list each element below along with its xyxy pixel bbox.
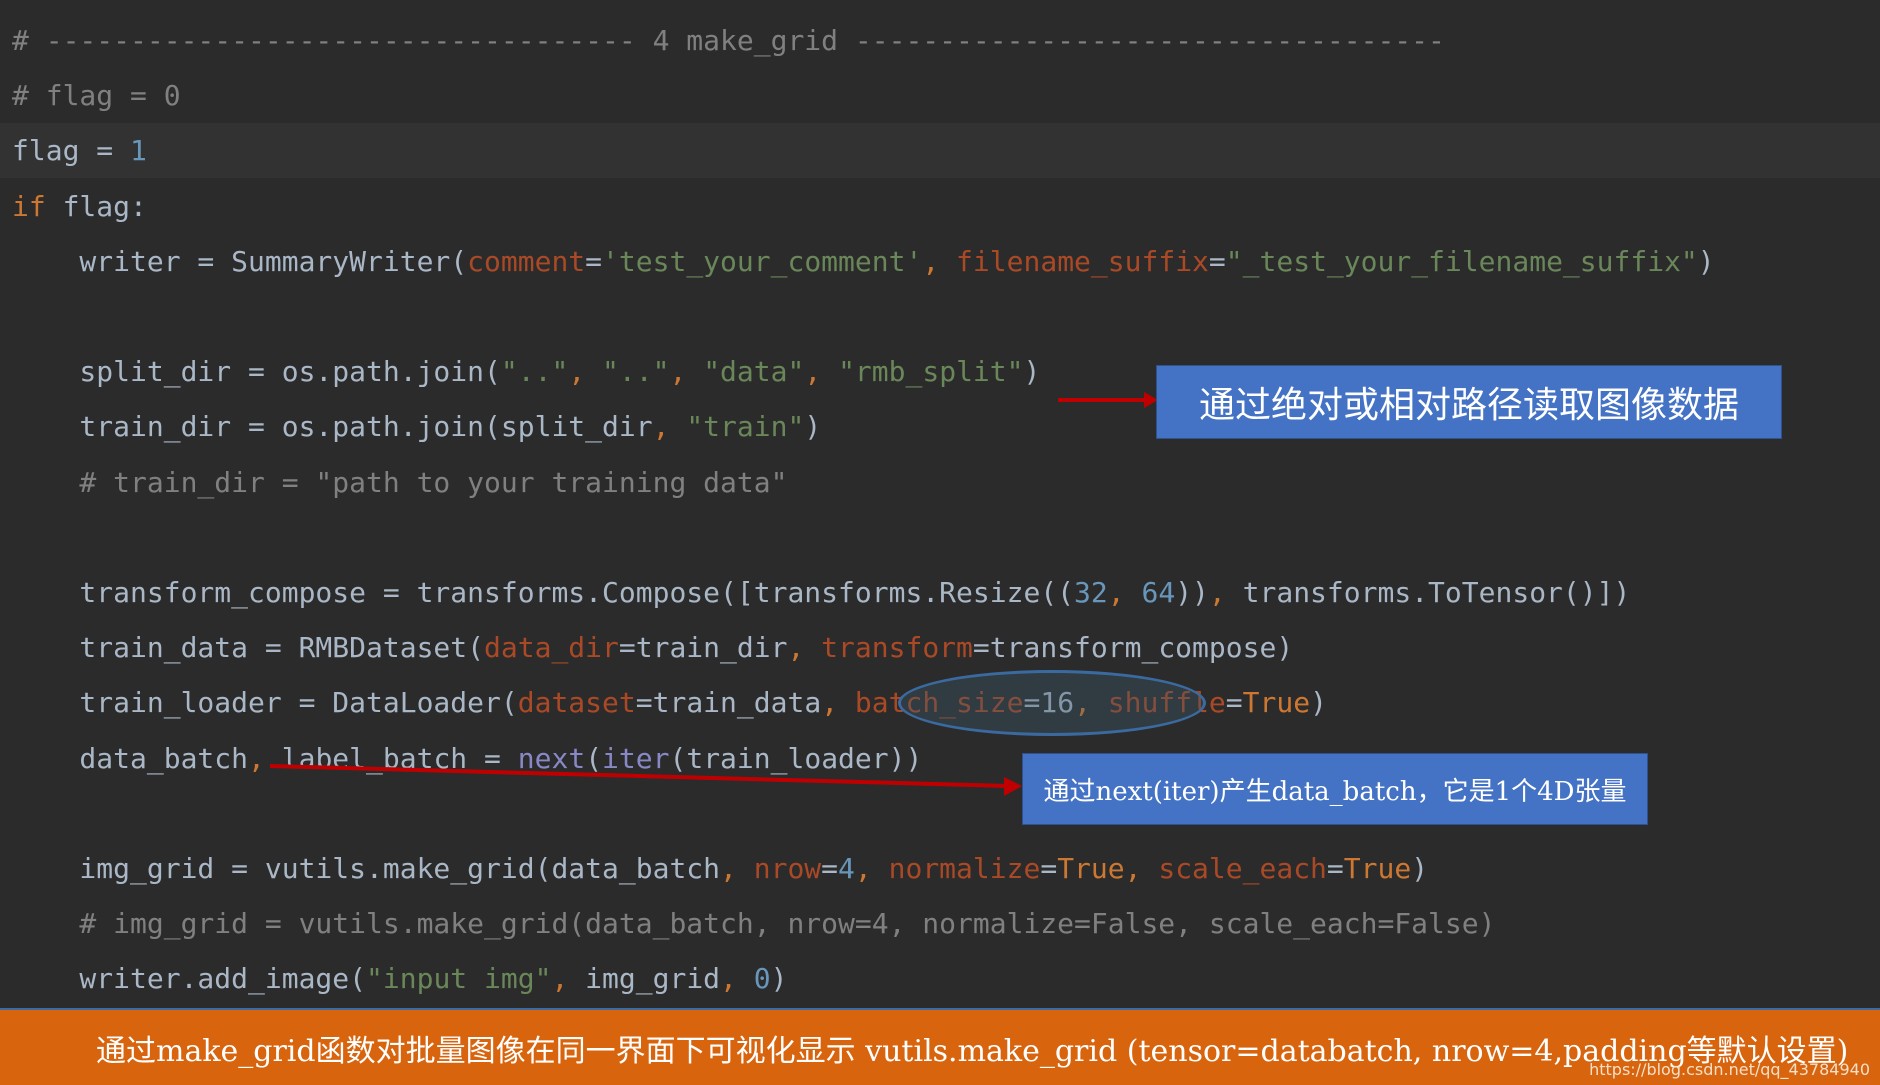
code-token: ) (1310, 686, 1327, 720)
code-token: "input img" (366, 962, 552, 996)
code-line[interactable]: transform_compose = transforms.Compose([… (0, 565, 1880, 620)
code-token: ".." (602, 355, 670, 389)
code-token: train_data = RMBDataset( (12, 631, 485, 665)
callout-next-iter: 通过next(iter)产生data_batch，它是1个4D张量 (1022, 753, 1648, 825)
callout-read-images: 通过绝对或相对路径读取图像数据 (1156, 365, 1782, 439)
code-token: "train" (686, 410, 805, 444)
code-token: img_grid = vutils.make_grid(data_batch (12, 852, 721, 885)
code-line[interactable] (0, 289, 1880, 344)
code-token: = (585, 244, 603, 278)
batch-size-highlight (898, 670, 1206, 736)
code-token: split_dir = os.path.join( (12, 355, 501, 389)
code-line[interactable]: # flag = 0 (0, 68, 1880, 123)
code-token: flag (12, 134, 80, 168)
code-token: 1 (130, 134, 147, 168)
code-token: train_dir = os.path.join(split_dir (12, 410, 653, 444)
code-token: = (1326, 852, 1344, 885)
arrow-to-read-callout (1058, 392, 1158, 408)
code-token: , (1107, 576, 1142, 609)
code-token: "_test_your_filename_suffix" (1225, 244, 1698, 278)
code-token: True (1343, 852, 1412, 885)
code-line[interactable]: writer = SummaryWriter(comment='test_you… (0, 234, 1880, 289)
code-token: , (804, 355, 839, 389)
code-token: "rmb_split" (838, 355, 1024, 389)
code-line[interactable]: flag = 1 (0, 123, 1880, 179)
bottom-banner: 通过make_grid函数对批量图像在同一界面下可视化显示 vutils.mak… (0, 1008, 1880, 1085)
code-token: # img_grid = vutils.make_grid(data_batch… (12, 907, 1496, 941)
code-token: , (669, 355, 704, 389)
code-token: , (652, 410, 687, 444)
code-token: writer = SummaryWriter( (12, 244, 468, 278)
code-token: = (1208, 244, 1226, 278)
code-token: 0 (753, 962, 771, 996)
code-line[interactable]: if flag: (0, 179, 1880, 234)
code-line[interactable]: # train_dir = "path to your training dat… (0, 455, 1880, 510)
code-line[interactable]: train_data = RMBDataset(data_dir=train_d… (0, 620, 1880, 675)
code-token: 'test_your_comment' (602, 244, 923, 278)
code-line[interactable]: # ----------------------------------- 4 … (0, 13, 1880, 68)
code-line[interactable] (0, 510, 1880, 565)
code-token: train_loader = DataLoader( (12, 686, 518, 720)
code-token: =train_data (635, 686, 822, 720)
code-token: data_batch (12, 741, 249, 775)
code-token: if (12, 189, 63, 223)
banner-text: 通过make_grid函数对批量图像在同一界面下可视化显示 vutils.mak… (96, 1033, 1849, 1069)
code-token: , (1124, 852, 1159, 885)
code-token: writer.add_image( (12, 962, 367, 996)
code-token: , (720, 962, 754, 996)
code-token: normalize (888, 852, 1041, 885)
code-token: , (821, 686, 855, 720)
code-token: , (854, 852, 889, 885)
code-token: transform_compose = transforms.Compose([… (12, 576, 1075, 609)
code-token: ) (1411, 852, 1429, 885)
code-token: , (568, 355, 603, 389)
code-token: transforms.ToTensor()]) (1242, 576, 1631, 609)
code-token: ) (804, 410, 822, 444)
code-token: )) (1175, 576, 1209, 609)
code-token: img_grid (585, 962, 721, 996)
code-token: True (1057, 852, 1125, 885)
code-token: flag: (62, 189, 147, 223)
code-token: ) (770, 962, 788, 996)
code-token: , (1208, 576, 1243, 609)
code-token: # ----------------------------------- 4 … (12, 24, 1445, 57)
code-token: transform (821, 631, 973, 665)
code-token: ) (1697, 244, 1715, 278)
code-token: =transform_compose) (972, 631, 1294, 665)
code-token: 4 (838, 852, 855, 885)
code-token: "data" (703, 355, 805, 389)
code-token: dataset (517, 686, 636, 720)
code-token: ) (1023, 355, 1041, 389)
code-token: = (1040, 852, 1058, 885)
code-token: nrow (753, 852, 822, 885)
code-token: # flag = 0 (12, 79, 181, 113)
code-token: , (551, 962, 586, 996)
code-token: data_dir (484, 631, 619, 665)
watermark: https://blog.csdn.net/qq_43784940 (1589, 1060, 1870, 1079)
code-token: 64 (1141, 576, 1176, 609)
code-token: = (79, 134, 131, 168)
code-token: filename_suffix (956, 244, 1209, 278)
code-token: comment (467, 244, 586, 278)
code-token: = (821, 852, 839, 885)
code-line[interactable]: img_grid = vutils.make_grid(data_batch, … (0, 841, 1880, 896)
arrow-to-next-iter-callout (270, 764, 1022, 796)
code-token: =train_dir (618, 631, 788, 665)
code-token: , (720, 852, 754, 885)
code-token: = (1225, 686, 1243, 720)
code-token: scale_each (1158, 852, 1327, 885)
code-line[interactable]: writer.add_image("input img", img_grid, … (0, 951, 1880, 1006)
code-token: True (1242, 686, 1311, 720)
code-line[interactable]: # img_grid = vutils.make_grid(data_batch… (0, 896, 1880, 951)
code-token: # train_dir = "path to your training dat… (12, 465, 788, 499)
code-token: ".." (500, 355, 569, 389)
code-token: , (922, 244, 957, 278)
code-token: 32 (1074, 576, 1108, 609)
code-editor[interactable]: # ----------------------------------- 4 … (0, 0, 1880, 1010)
code-token: , (787, 631, 822, 665)
